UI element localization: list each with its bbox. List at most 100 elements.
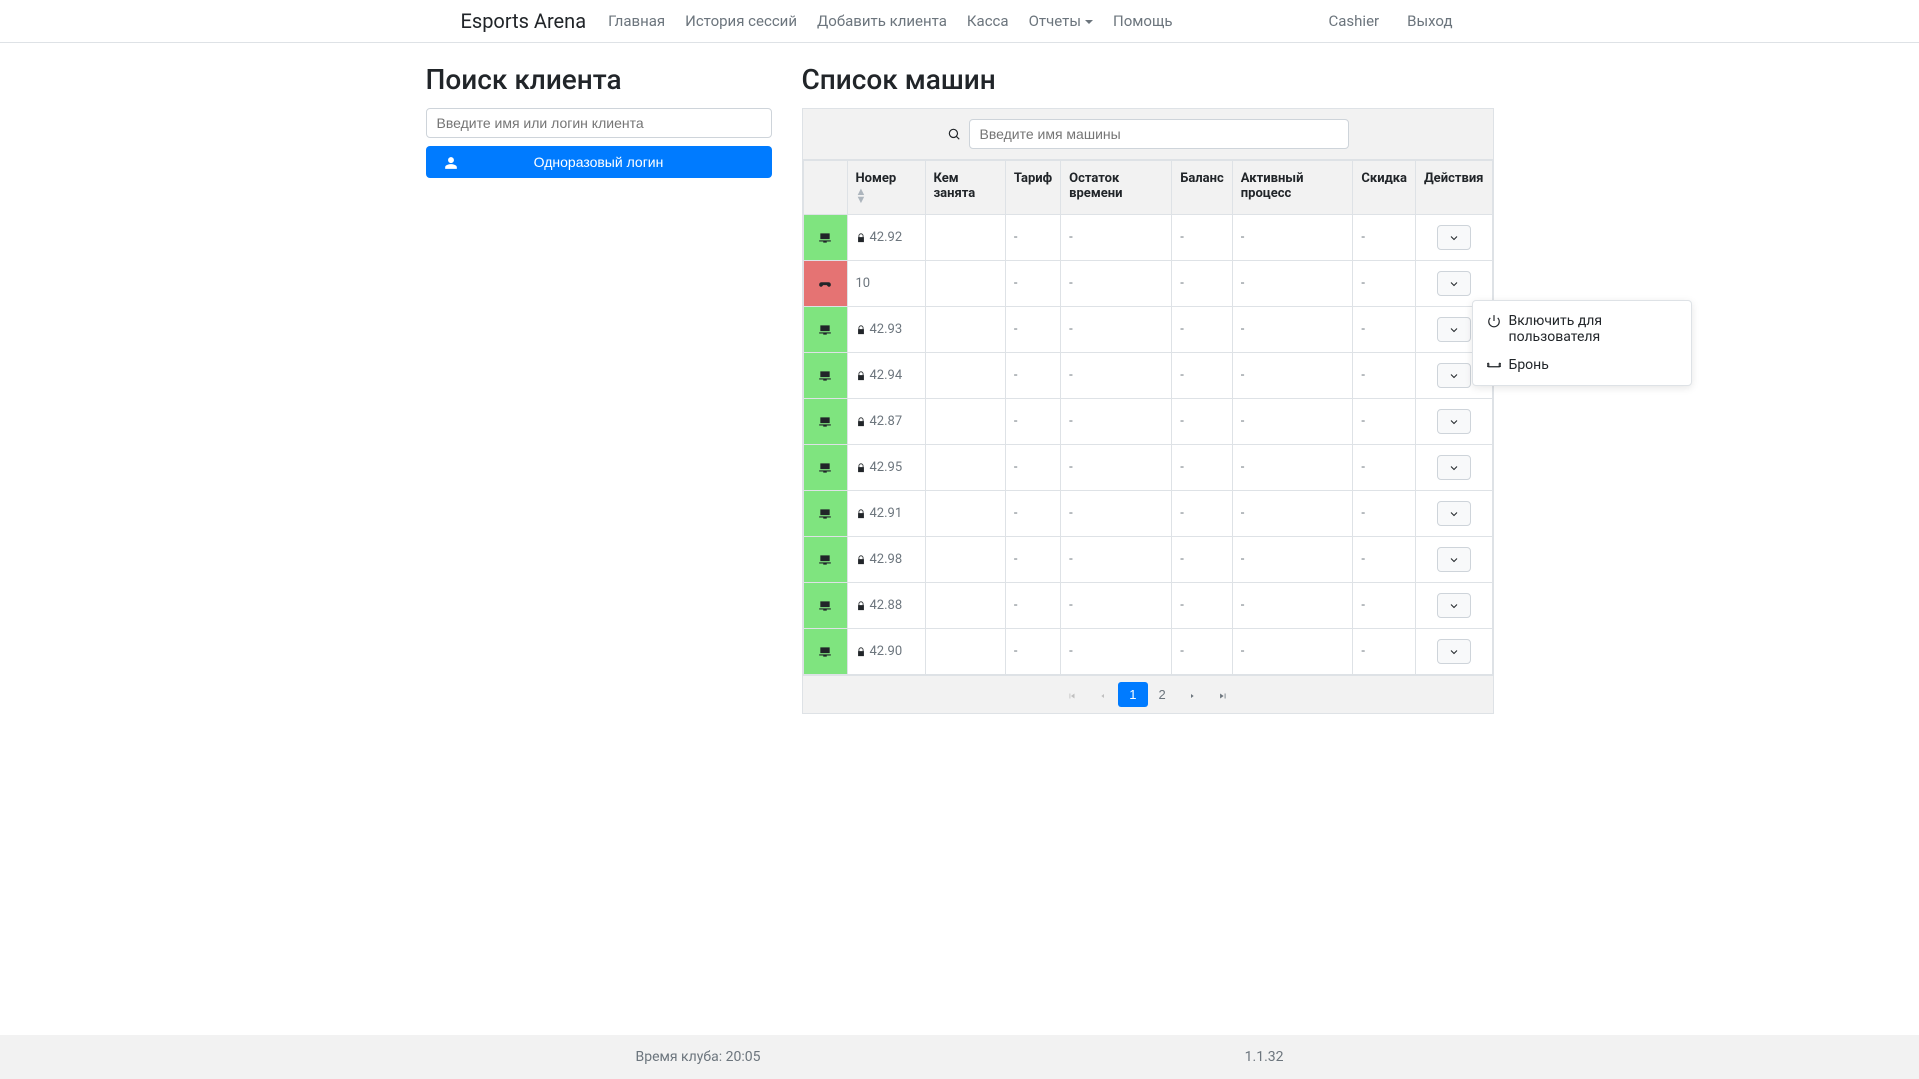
status-cell bbox=[803, 537, 847, 583]
chevron-down-icon bbox=[1448, 322, 1460, 337]
client-search-title: Поиск клиента bbox=[426, 63, 772, 96]
row-action-button[interactable] bbox=[1437, 317, 1471, 342]
pc-icon bbox=[817, 368, 833, 383]
pc-icon bbox=[817, 598, 833, 613]
discount-cell: - bbox=[1353, 261, 1416, 307]
nav-sessions[interactable]: История сессий bbox=[679, 8, 803, 34]
page-2[interactable]: 2 bbox=[1148, 682, 1177, 707]
table-row: 42.95 - - - - - bbox=[803, 445, 1492, 491]
tariff-cell: - bbox=[1005, 491, 1060, 537]
row-action-button[interactable] bbox=[1437, 271, 1471, 296]
time-left-cell: - bbox=[1061, 353, 1172, 399]
nav-help[interactable]: Помощь bbox=[1107, 8, 1179, 34]
table-row: 42.94 - - - - - bbox=[803, 353, 1492, 399]
number-cell: 42.88 bbox=[847, 583, 925, 629]
occupied-cell bbox=[925, 445, 1005, 491]
tariff-cell: - bbox=[1005, 583, 1060, 629]
process-cell: - bbox=[1232, 537, 1353, 583]
col-occupied-by: Кем занята bbox=[925, 161, 1005, 215]
process-cell: - bbox=[1232, 445, 1353, 491]
pc-icon bbox=[817, 552, 833, 567]
pc-icon bbox=[817, 414, 833, 429]
time-left-cell: - bbox=[1061, 399, 1172, 445]
nav-logout[interactable]: Выход bbox=[1401, 8, 1458, 34]
row-action-button[interactable] bbox=[1437, 501, 1471, 526]
page-next[interactable] bbox=[1177, 682, 1207, 707]
col-time-left: Остаток времени bbox=[1061, 161, 1172, 215]
tariff-cell: - bbox=[1005, 399, 1060, 445]
tariff-cell: - bbox=[1005, 445, 1060, 491]
process-cell: - bbox=[1232, 491, 1353, 537]
number-cell: 42.92 bbox=[847, 215, 925, 261]
col-actions: Действия bbox=[1416, 161, 1493, 215]
status-cell bbox=[803, 583, 847, 629]
table-row: 42.91 - - - - - bbox=[803, 491, 1492, 537]
discount-cell: - bbox=[1353, 491, 1416, 537]
nav-user[interactable]: Cashier bbox=[1323, 8, 1386, 34]
balance-cell: - bbox=[1172, 215, 1233, 261]
balance-cell: - bbox=[1172, 583, 1233, 629]
row-action-button[interactable] bbox=[1437, 547, 1471, 572]
row-action-button[interactable] bbox=[1437, 455, 1471, 480]
process-cell: - bbox=[1232, 583, 1353, 629]
time-left-cell: - bbox=[1061, 583, 1172, 629]
nav-main[interactable]: Главная bbox=[602, 8, 671, 34]
lock-icon bbox=[856, 598, 866, 613]
lock-icon bbox=[856, 460, 866, 475]
brand[interactable]: Esports Arena bbox=[461, 9, 587, 33]
col-active-process: Активный процесс bbox=[1232, 161, 1353, 215]
client-search-input[interactable] bbox=[426, 108, 772, 138]
chevron-down-icon bbox=[1448, 368, 1460, 383]
power-icon bbox=[1487, 313, 1501, 329]
discount-cell: - bbox=[1353, 307, 1416, 353]
page-last[interactable] bbox=[1207, 682, 1239, 707]
page-prev[interactable] bbox=[1088, 682, 1118, 707]
occupied-cell bbox=[925, 491, 1005, 537]
occupied-cell bbox=[925, 537, 1005, 583]
machine-table: Номер ▲▼ Кем занята Тариф Остаток времен… bbox=[803, 160, 1493, 675]
table-row: 10 - - - - - bbox=[803, 261, 1492, 307]
lock-icon bbox=[856, 230, 866, 245]
number-cell: 42.95 bbox=[847, 445, 925, 491]
pc-icon bbox=[817, 322, 833, 337]
page-first[interactable] bbox=[1056, 682, 1088, 707]
menu-power-on[interactable]: Включить для пользователя bbox=[1473, 307, 1691, 351]
page-1[interactable]: 1 bbox=[1118, 682, 1147, 707]
machine-search-input[interactable] bbox=[969, 119, 1349, 149]
col-number[interactable]: Номер ▲▼ bbox=[847, 161, 925, 215]
pc-icon bbox=[817, 230, 833, 245]
one-time-login-label: Одноразовый логин bbox=[534, 154, 664, 170]
version: 1.1.32 bbox=[1245, 1049, 1284, 1065]
row-action-button[interactable] bbox=[1437, 639, 1471, 664]
pagination: 12 bbox=[803, 675, 1493, 713]
row-action-button[interactable] bbox=[1437, 225, 1471, 250]
tariff-cell: - bbox=[1005, 537, 1060, 583]
number-cell: 42.98 bbox=[847, 537, 925, 583]
search-icon bbox=[947, 126, 961, 142]
discount-cell: - bbox=[1353, 353, 1416, 399]
one-time-login-button[interactable]: Одноразовый логин bbox=[426, 146, 772, 178]
row-action-button[interactable] bbox=[1437, 409, 1471, 434]
col-discount: Скидка bbox=[1353, 161, 1416, 215]
nav-reports[interactable]: Отчеты bbox=[1023, 8, 1099, 34]
balance-cell: - bbox=[1172, 629, 1233, 675]
balance-cell: - bbox=[1172, 261, 1233, 307]
row-action-button[interactable] bbox=[1437, 363, 1471, 388]
discount-cell: - bbox=[1353, 537, 1416, 583]
occupied-cell bbox=[925, 629, 1005, 675]
row-action-button[interactable] bbox=[1437, 593, 1471, 618]
nav-cashier[interactable]: Касса bbox=[961, 8, 1015, 34]
chevron-down-icon bbox=[1448, 644, 1460, 659]
time-left-cell: - bbox=[1061, 537, 1172, 583]
status-cell bbox=[803, 353, 847, 399]
tariff-cell: - bbox=[1005, 353, 1060, 399]
process-cell: - bbox=[1232, 629, 1353, 675]
occupied-cell bbox=[925, 353, 1005, 399]
menu-reserve[interactable]: Бронь bbox=[1473, 351, 1691, 379]
nav-add-client[interactable]: Добавить клиента bbox=[811, 8, 953, 34]
chevron-down-icon bbox=[1448, 506, 1460, 521]
balance-cell: - bbox=[1172, 353, 1233, 399]
number-cell: 42.93 bbox=[847, 307, 925, 353]
discount-cell: - bbox=[1353, 445, 1416, 491]
tariff-cell: - bbox=[1005, 307, 1060, 353]
